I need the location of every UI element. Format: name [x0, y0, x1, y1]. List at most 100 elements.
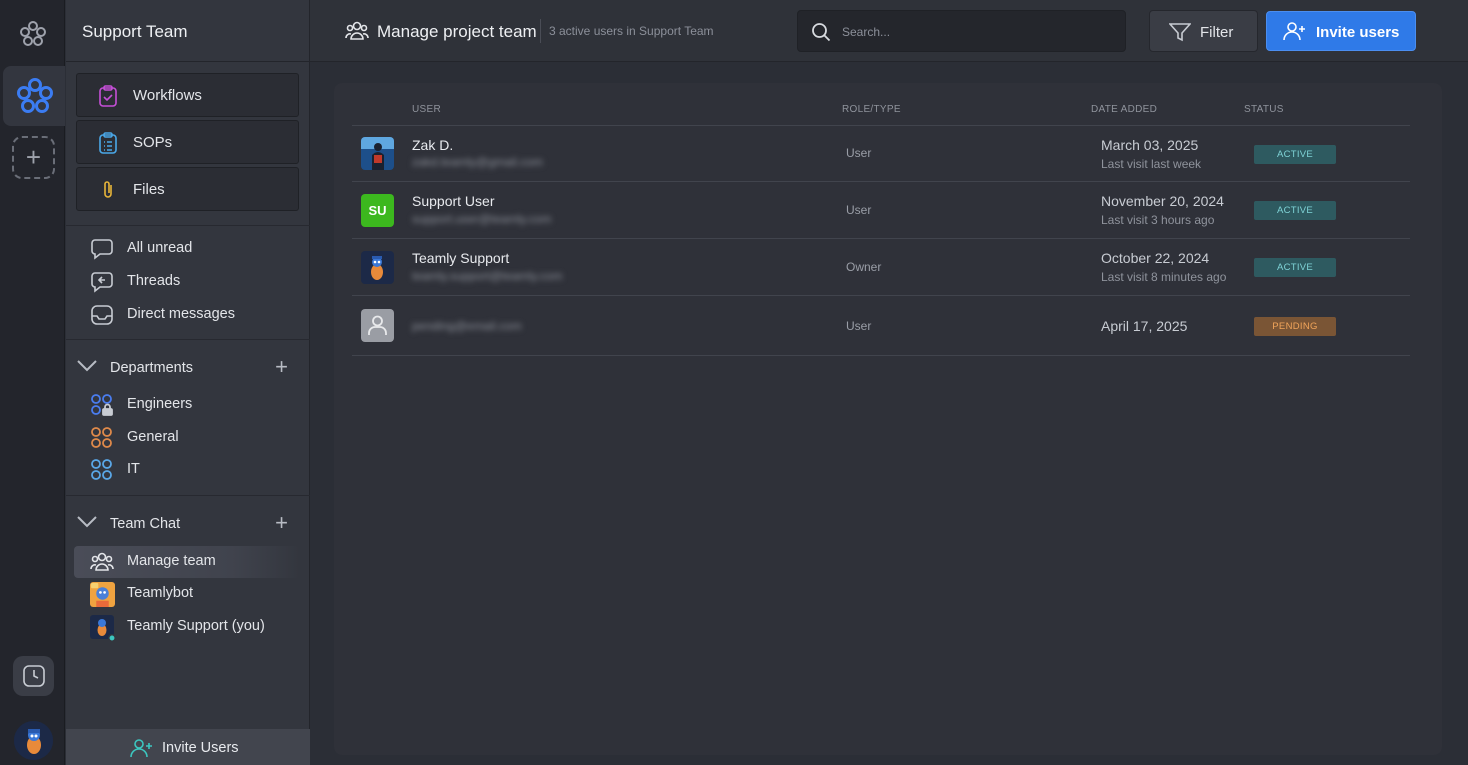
table-row[interactable]: Teamly Support teamly.support@teamly.com… [352, 238, 1410, 295]
chevron-down-icon [77, 360, 97, 372]
nav-teamlybot[interactable]: Teamlybot [74, 578, 300, 610]
divider [540, 19, 541, 43]
workflows-button[interactable]: Workflows [76, 73, 299, 117]
status-badge: PENDING [1254, 317, 1336, 336]
nav-direct-messages[interactable]: Direct messages [74, 299, 300, 331]
clock-icon [23, 665, 45, 687]
nav-all-unread[interactable]: All unread [74, 233, 300, 265]
divider [66, 339, 310, 340]
user-role: User [846, 146, 872, 160]
table-row[interactable]: pending@email.com User April 17, 2025 PE… [352, 295, 1410, 356]
support-avatar [90, 615, 116, 641]
nav-teamly-support-you[interactable]: Teamly Support (you) [74, 611, 300, 643]
user-email: pending@email.com [412, 319, 522, 333]
page-subtitle: 3 active users in Support Team [549, 24, 714, 38]
sops-button[interactable]: SOPs [76, 120, 299, 164]
department-it[interactable]: IT [74, 454, 300, 486]
user-role: User [846, 319, 872, 333]
teamly-logo-icon[interactable] [17, 18, 49, 50]
workspace-switcher-support-team[interactable] [3, 66, 65, 126]
column-header-user[interactable]: USER [412, 104, 441, 115]
departments-section-header[interactable]: Departments + [74, 353, 300, 383]
search-icon [812, 23, 831, 42]
user-role: User [846, 203, 872, 217]
nav-label: IT [127, 461, 140, 477]
invite-users-button[interactable]: Invite users [1266, 11, 1416, 51]
divider [66, 495, 310, 496]
workflows-label: Workflows [133, 87, 202, 104]
user-email: support.user@teamly.com [412, 212, 552, 226]
teamlybot-avatar [90, 582, 115, 607]
sops-label: SOPs [133, 134, 173, 151]
divider [66, 61, 310, 62]
locked-grid-icon [91, 394, 113, 416]
departments-title: Departments [110, 360, 194, 376]
column-header-role[interactable]: ROLE/TYPE [842, 104, 901, 115]
nav-label: Direct messages [127, 306, 235, 322]
user-avatar [361, 137, 394, 170]
page-title: Manage project team [377, 22, 537, 41]
nav-label: Teamly Support (you) [127, 618, 265, 634]
history-button[interactable] [13, 656, 54, 696]
team-chat-title: Team Chat [110, 516, 181, 532]
grid-icon [91, 427, 112, 448]
last-visit: Last visit 3 hours ago [1101, 213, 1215, 227]
chevron-down-icon [77, 516, 97, 528]
add-chat-button[interactable]: + [275, 510, 288, 536]
add-department-button[interactable]: + [275, 354, 288, 380]
nav-label: Engineers [127, 396, 193, 412]
column-header-status[interactable]: STATUS [1244, 104, 1284, 115]
members-panel: USER ROLE/TYPE DATE ADDED STATUS Zak D. … [334, 83, 1442, 755]
grid-icon [91, 459, 112, 480]
sidebar-invite-users-button[interactable]: Invite Users [66, 729, 310, 765]
add-user-icon [1283, 22, 1305, 41]
paperclip-icon [104, 181, 112, 198]
team-chat-section-header[interactable]: Team Chat + [74, 509, 300, 539]
table-row[interactable]: Zak D. zakd.teamly@gmail.com User March … [352, 125, 1410, 182]
status-badge: ACTIVE [1254, 145, 1336, 164]
nav-label: Threads [127, 273, 181, 289]
search-box [797, 10, 1126, 52]
invite-users-label: Invite Users [162, 740, 239, 756]
user-avatar: SU [361, 194, 394, 227]
last-visit: Last visit last week [1101, 157, 1202, 171]
user-name[interactable]: Teamly Support [412, 250, 509, 266]
nav-label: Teamlybot [127, 585, 194, 601]
filter-label: Filter [1200, 24, 1234, 41]
last-visit: Last visit 8 minutes ago [1101, 270, 1227, 284]
inbox-icon [91, 305, 113, 325]
table-row[interactable]: SU Support User support.user@teamly.com … [352, 181, 1410, 238]
nav-label: General [127, 429, 179, 445]
filter-icon [1169, 23, 1191, 42]
files-button[interactable]: Files [76, 167, 299, 211]
placeholder-avatar-icon [361, 309, 394, 342]
top-bar: Manage project team 3 active users in Su… [310, 0, 1468, 62]
department-engineers[interactable]: Engineers [74, 389, 300, 421]
department-general[interactable]: General [74, 422, 300, 454]
profile-avatar[interactable] [14, 721, 53, 760]
column-header-date-added[interactable]: DATE ADDED [1091, 104, 1157, 115]
user-email: zakd.teamly@gmail.com [412, 155, 543, 169]
threads-icon [91, 272, 113, 293]
chat-bubble-icon [91, 239, 113, 260]
nav-manage-team[interactable]: Manage team [74, 546, 300, 578]
add-workspace-button[interactable]: + [12, 136, 55, 179]
files-label: Files [133, 181, 165, 198]
app-rail: + [0, 0, 65, 765]
divider [66, 225, 310, 226]
filter-button[interactable]: Filter [1149, 10, 1258, 52]
user-email: teamly.support@teamly.com [412, 269, 563, 283]
user-avatar [361, 251, 394, 284]
add-user-icon [130, 739, 152, 758]
date-added: November 20, 2024 [1101, 193, 1224, 209]
status-badge: ACTIVE [1254, 258, 1336, 277]
search-input[interactable] [842, 21, 1112, 43]
sidebar: Support Team Workflows SOPs Files All un… [66, 0, 310, 765]
users-icon [345, 21, 369, 40]
user-name[interactable]: Support User [412, 193, 494, 209]
workspace-title: Support Team [82, 22, 188, 41]
nav-threads[interactable]: Threads [74, 266, 300, 298]
user-name[interactable]: Zak D. [412, 137, 453, 153]
status-badge: ACTIVE [1254, 201, 1336, 220]
nav-label: All unread [127, 240, 193, 256]
